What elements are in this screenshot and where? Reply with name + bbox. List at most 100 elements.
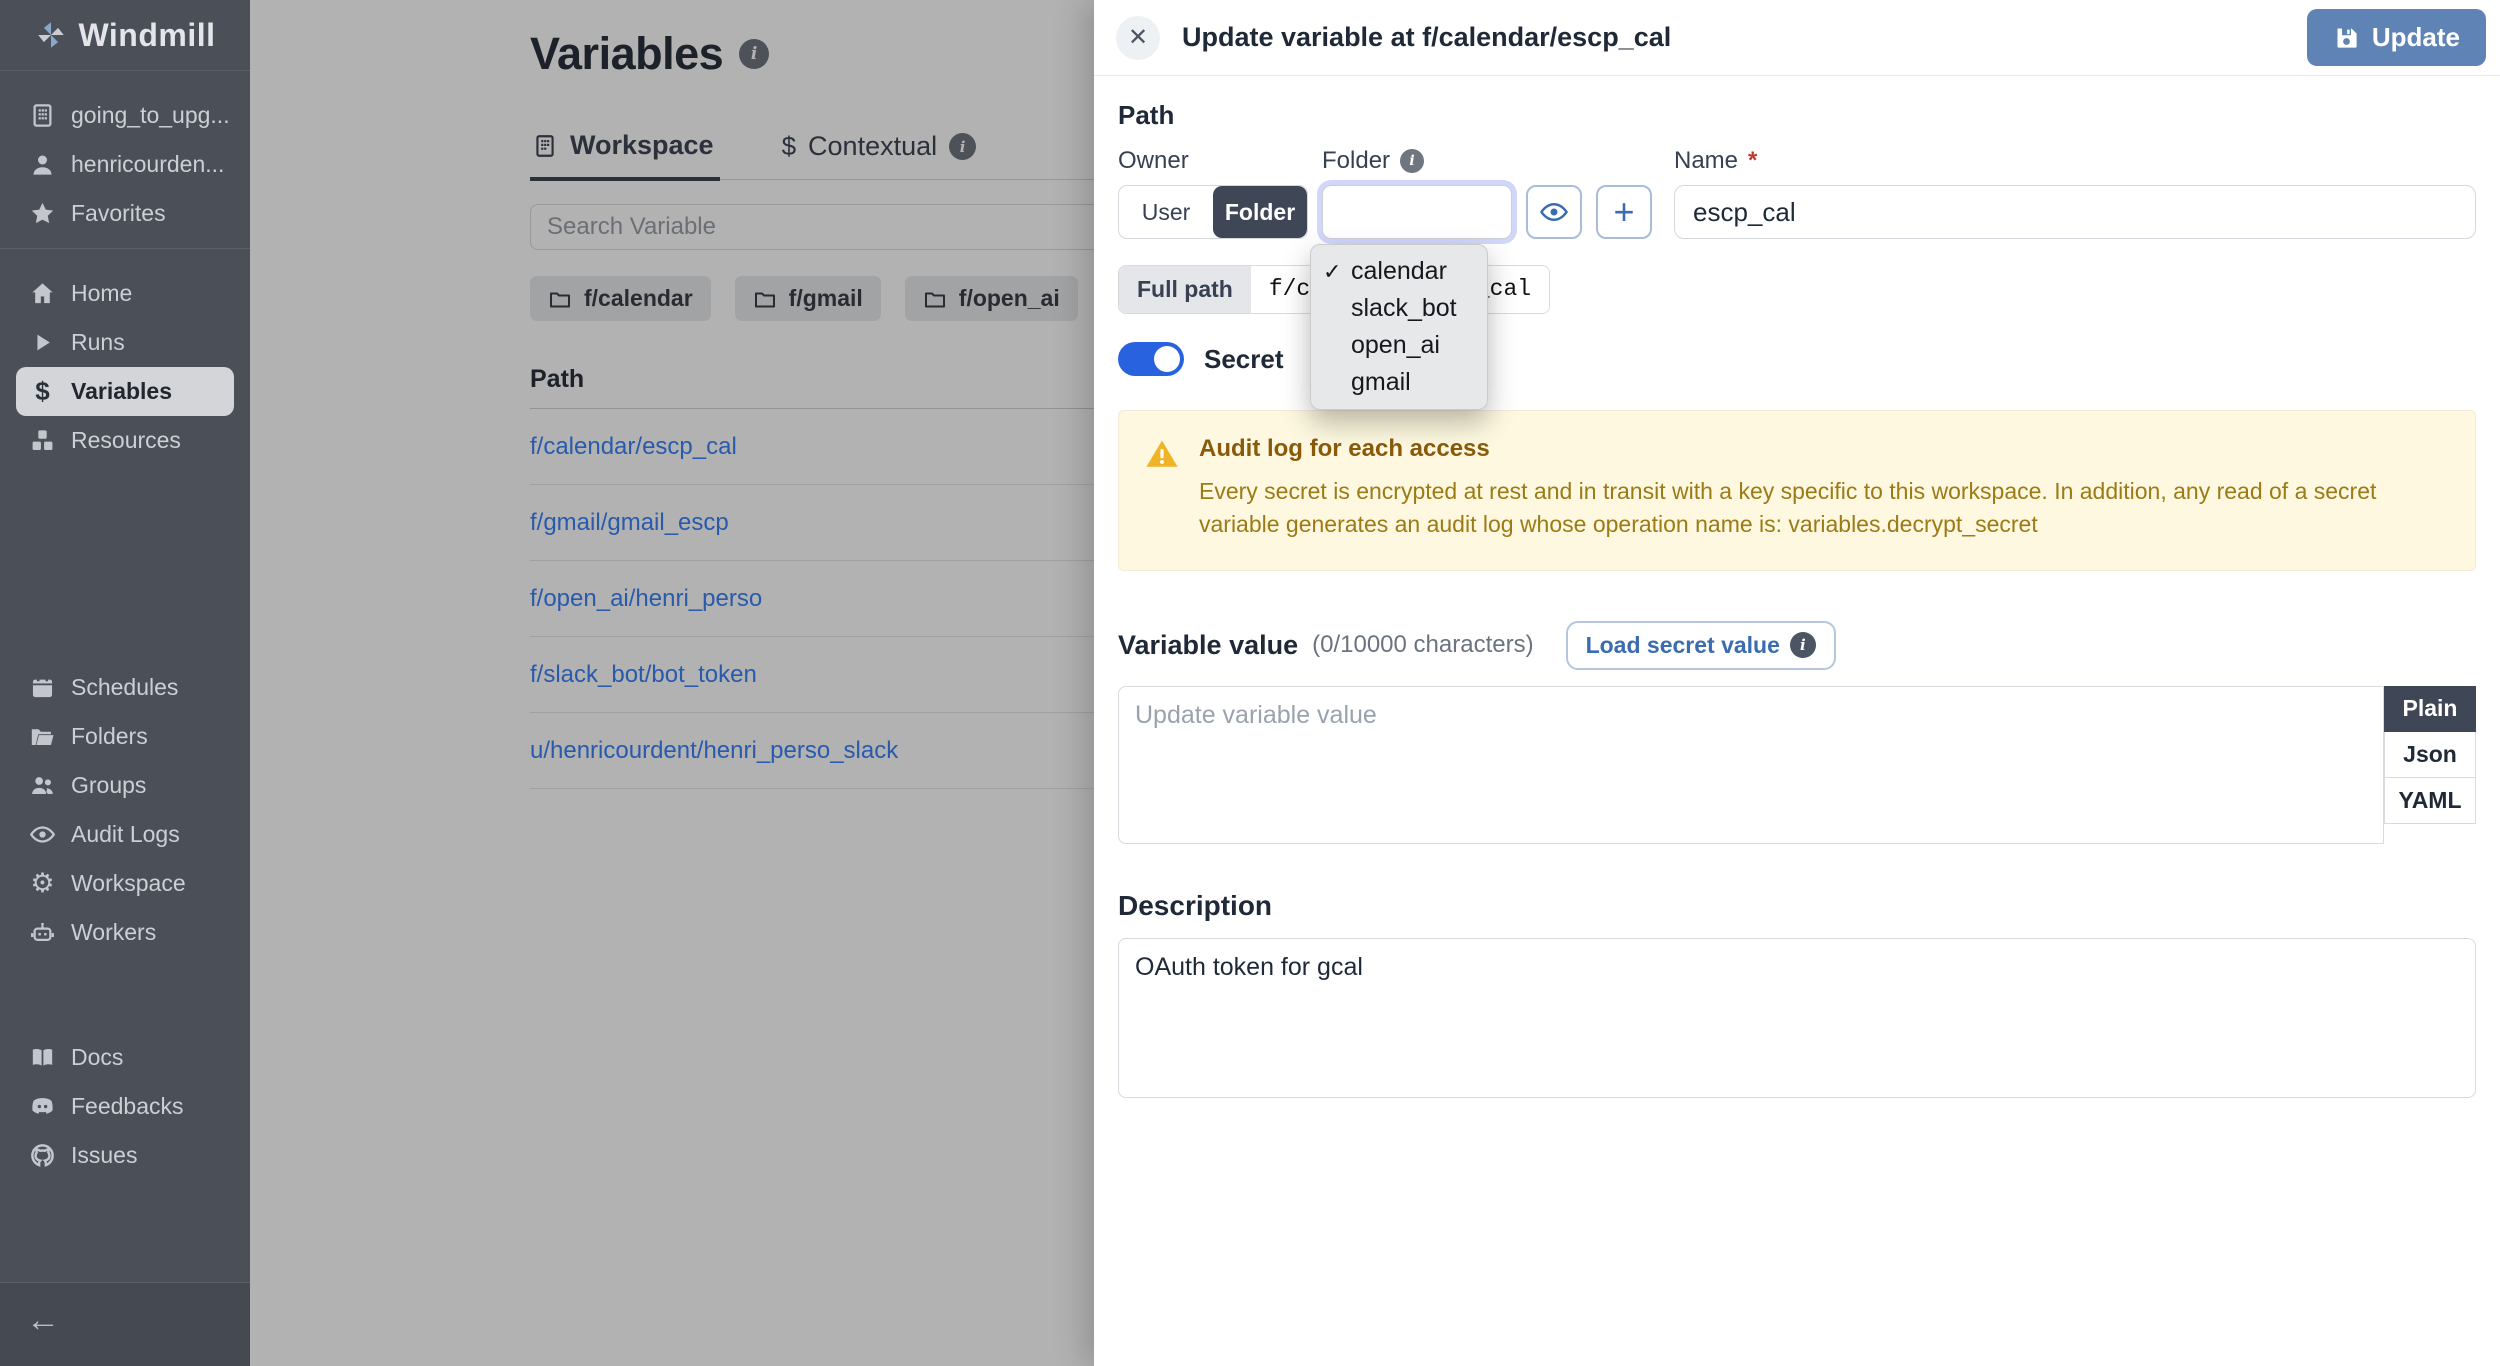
info-icon[interactable]: i bbox=[1790, 632, 1816, 658]
load-secret-value-button[interactable]: Load secret value i bbox=[1566, 621, 1836, 670]
sidebar-item-schedules[interactable]: Schedules bbox=[16, 663, 234, 712]
update-variable-drawer: ✕ Update variable at f/calendar/escp_cal… bbox=[1094, 0, 2500, 1366]
owner-user-segment[interactable]: User bbox=[1119, 186, 1213, 238]
sidebar-item-docs[interactable]: Docs bbox=[16, 1033, 234, 1082]
sidebar-item-issues[interactable]: Issues bbox=[16, 1131, 234, 1180]
dropdown-option-label: slack_bot bbox=[1351, 294, 1457, 323]
gear-icon: ⚙ bbox=[29, 870, 56, 897]
plus-icon: + bbox=[1613, 194, 1634, 230]
format-tab-plain[interactable]: Plain bbox=[2384, 686, 2476, 732]
format-tab-json[interactable]: Json bbox=[2384, 732, 2476, 778]
robot-icon bbox=[29, 919, 56, 946]
dropdown-option-label: calendar bbox=[1351, 257, 1447, 286]
full-path-label: Full path bbox=[1119, 266, 1251, 313]
users-icon bbox=[29, 772, 56, 799]
calendar-icon bbox=[29, 674, 56, 701]
sidebar-item-resources[interactable]: Resources bbox=[16, 416, 234, 465]
save-icon bbox=[2333, 24, 2360, 51]
view-folder-button[interactable] bbox=[1526, 185, 1582, 239]
sidebar-item-variables[interactable]: $ Variables bbox=[16, 367, 234, 416]
owner-kind-toggle: User Folder bbox=[1118, 185, 1308, 239]
sidebar-item-home[interactable]: Home bbox=[16, 269, 234, 318]
sidebar-item-runs[interactable]: Runs bbox=[16, 318, 234, 367]
windmill-logo-icon bbox=[34, 18, 68, 52]
sidebar-item-label: Workers bbox=[71, 919, 156, 946]
sidebar-item-label: Workspace bbox=[71, 870, 186, 897]
user-icon bbox=[29, 151, 56, 178]
sidebar-item-label: Resources bbox=[71, 427, 181, 454]
add-folder-button[interactable]: + bbox=[1596, 185, 1652, 239]
sidebar-item-user[interactable]: henricourden... bbox=[16, 140, 234, 189]
windmill-logo-text: Windmill bbox=[78, 17, 215, 54]
sidebar-item-label: Feedbacks bbox=[71, 1093, 184, 1120]
sidebar: Windmill going_to_upg... bbox=[0, 0, 250, 1366]
dollar-icon: $ bbox=[29, 378, 56, 405]
character-counter: (0/10000 characters) bbox=[1312, 631, 1533, 659]
dropdown-option-label: open_ai bbox=[1351, 331, 1440, 360]
building-icon bbox=[29, 102, 56, 129]
dropdown-option-label: gmail bbox=[1351, 368, 1411, 397]
user-name: henricourden... bbox=[71, 151, 224, 178]
owner-folder-segment[interactable]: Folder bbox=[1213, 186, 1307, 238]
secret-toggle[interactable] bbox=[1118, 342, 1184, 376]
toggle-knob bbox=[1154, 346, 1180, 372]
sidebar-item-favorites[interactable]: Favorites bbox=[16, 189, 234, 238]
sidebar-item-label: Audit Logs bbox=[71, 821, 180, 848]
close-icon: ✕ bbox=[1128, 23, 1148, 52]
collapse-sidebar-button[interactable]: ← bbox=[26, 1301, 60, 1339]
drawer-header: ✕ Update variable at f/calendar/escp_cal… bbox=[1094, 0, 2500, 76]
windmill-logo[interactable]: Windmill bbox=[0, 0, 250, 70]
owner-label: Owner bbox=[1118, 147, 1189, 175]
sidebar-item-label: Home bbox=[71, 280, 132, 307]
format-tabs: Plain Json YAML bbox=[2384, 686, 2476, 824]
variable-value-textarea[interactable] bbox=[1118, 686, 2384, 844]
eye-icon bbox=[29, 821, 56, 848]
sidebar-context-group: going_to_upg... henricourden... Favorite… bbox=[0, 71, 250, 248]
check-icon: ✓ bbox=[1323, 259, 1341, 285]
warning-body: Every secret is encrypted at rest and in… bbox=[1199, 475, 2449, 542]
variable-name-input[interactable] bbox=[1674, 185, 2476, 239]
folder-dropdown-menu: ✓ calendar slack_bot open_ai gmail bbox=[1310, 244, 1488, 410]
sidebar-item-feedbacks[interactable]: Feedbacks bbox=[16, 1082, 234, 1131]
workspace-name: going_to_upg... bbox=[71, 102, 230, 129]
info-icon[interactable]: i bbox=[1400, 149, 1424, 173]
sidebar-item-folders[interactable]: Folders bbox=[16, 712, 234, 761]
cubes-icon bbox=[29, 427, 56, 454]
sidebar-item-workers[interactable]: Workers bbox=[16, 908, 234, 957]
dropdown-option-slack-bot[interactable]: slack_bot bbox=[1311, 290, 1487, 327]
warning-triangle-icon bbox=[1145, 437, 1179, 471]
dropdown-option-gmail[interactable]: gmail bbox=[1311, 364, 1487, 401]
sidebar-item-label: Docs bbox=[71, 1044, 123, 1071]
folder-select[interactable] bbox=[1322, 185, 1512, 239]
star-icon bbox=[29, 200, 56, 227]
description-textarea[interactable]: OAuth token for gcal bbox=[1118, 938, 2476, 1098]
sidebar-item-label: Schedules bbox=[71, 674, 178, 701]
sidebar-item-workspace-switcher[interactable]: going_to_upg... bbox=[16, 91, 234, 140]
dropdown-option-open-ai[interactable]: open_ai bbox=[1311, 327, 1487, 364]
dropdown-option-calendar[interactable]: ✓ calendar bbox=[1311, 253, 1487, 290]
play-icon bbox=[29, 329, 56, 356]
sidebar-admin-group: Schedules Folders Groups bbox=[0, 643, 250, 967]
sidebar-item-workspace-settings[interactable]: ⚙ Workspace bbox=[16, 859, 234, 908]
update-button[interactable]: Update bbox=[2307, 9, 2486, 66]
book-icon bbox=[29, 1044, 56, 1071]
required-asterisk: * bbox=[1748, 147, 1757, 175]
path-controls: Owner Folder i Name * User Folder bbox=[1118, 147, 2476, 239]
sidebar-spacer bbox=[0, 475, 250, 643]
format-tab-yaml[interactable]: YAML bbox=[2384, 778, 2476, 824]
home-icon bbox=[29, 280, 56, 307]
variable-value-editor: Plain Json YAML bbox=[1118, 686, 2476, 844]
sidebar-item-label: Groups bbox=[71, 772, 146, 799]
drawer-title: Update variable at f/calendar/escp_cal bbox=[1182, 22, 1671, 53]
sidebar-item-label: Variables bbox=[71, 378, 172, 405]
sidebar-links-group: Docs Feedbacks Issues bbox=[0, 1013, 250, 1190]
folder-label: Folder bbox=[1322, 147, 1390, 175]
sidebar-item-groups[interactable]: Groups bbox=[16, 761, 234, 810]
variable-value-heading: Variable value bbox=[1118, 630, 1298, 661]
description-heading: Description bbox=[1118, 890, 2476, 922]
eye-icon bbox=[1539, 197, 1569, 227]
sidebar-item-audit-logs[interactable]: Audit Logs bbox=[16, 810, 234, 859]
close-drawer-button[interactable]: ✕ bbox=[1116, 16, 1160, 60]
drawer-body: Path Owner Folder i Name * User Folder bbox=[1094, 76, 2500, 1103]
load-secret-value-label: Load secret value bbox=[1586, 632, 1780, 659]
